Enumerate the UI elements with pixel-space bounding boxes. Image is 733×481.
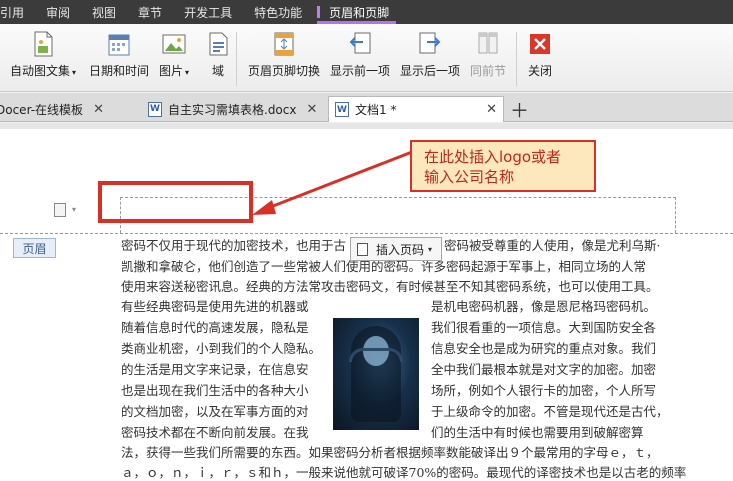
tab-section[interactable]: 章节	[127, 0, 173, 24]
logo-placeholder-highlight	[98, 181, 253, 223]
body-text-line: 也是出现在我们生活中的各种大小	[121, 383, 309, 398]
doc-tab-label: 文档1 *	[355, 103, 397, 117]
show-next-icon	[417, 30, 443, 58]
same-section-icon	[475, 30, 501, 58]
paragraph-options-icon[interactable]	[54, 203, 66, 217]
header-footer-switch-icon	[271, 30, 297, 58]
close-tab-icon[interactable]: ✕	[486, 102, 497, 117]
date-time-label: 日期和时间	[89, 64, 150, 78]
tab-view[interactable]: 视图	[81, 0, 127, 24]
body-text-line: 的生活是用文字来记录，在信息安	[121, 362, 309, 377]
switch-header-footer-button[interactable]: 页眉页脚切换	[248, 30, 320, 79]
close-button[interactable]: 关闭	[527, 30, 553, 79]
new-tab-plus-icon[interactable]: ＋	[510, 96, 529, 123]
body-text-line: 我们很看重的一项信息。大到国防安全各	[431, 320, 657, 335]
switch-header-footer-label: 页眉页脚切换	[248, 64, 321, 78]
callout-line-1: 在此处插入logo或者	[424, 148, 562, 166]
close-tab-icon[interactable]: ✕	[93, 102, 104, 117]
doc-tab-label: Docer-在线模板	[0, 102, 84, 117]
body-text-line: 密码被受尊重的人使用，像是尤利乌斯·	[444, 238, 661, 253]
tab-header-footer[interactable]: 页眉和页脚	[313, 0, 400, 24]
tab-developer-tools[interactable]: 开发工具	[173, 0, 243, 24]
header-boundary-line	[0, 233, 733, 234]
tab-references[interactable]: 引用	[0, 0, 35, 24]
body-text-line: 是机电密码机器，像是恩尼格玛密码机。	[431, 299, 657, 314]
anime-girl-image[interactable]	[333, 318, 419, 430]
doc-tab-label: 自主实习需填表格.docx	[168, 102, 297, 117]
doc-tab-document1[interactable]: W 文档1 * ✕	[328, 96, 504, 122]
chevron-down-icon: ▾	[72, 68, 77, 77]
show-next-button[interactable]: 显示后一项	[400, 30, 460, 79]
body-text-line: 全中我们最根本就是对文字的加密。加密	[431, 362, 657, 377]
doc-icon: W	[335, 102, 349, 117]
body-text-line: 的文档加密，以及在军事方面的对	[121, 404, 309, 419]
instruction-callout: 在此处插入logo或者 输入公司名称	[410, 140, 596, 192]
close-icon	[527, 30, 553, 58]
picture-icon	[161, 30, 187, 58]
word-doc-icon: W	[148, 101, 162, 117]
date-time-button[interactable]: 日期和时间	[89, 30, 149, 79]
close-tab-icon[interactable]: ✕	[306, 102, 317, 117]
picture-label: 图片	[159, 64, 184, 78]
show-next-label: 显示后一项	[400, 64, 461, 78]
body-text-line: 于上级命令的加密。不管是现代还是古代，	[431, 404, 669, 419]
field-label: 域	[211, 64, 224, 78]
doc-tab-docer-templates[interactable]: Docer-在线模板 ✕	[0, 96, 104, 122]
close-label: 关闭	[527, 64, 552, 78]
body-text-line: 信息安全也是成为研究的重点对象。我们	[431, 341, 657, 356]
auto-figure-label: 自动图文集	[10, 64, 71, 78]
auto-figure-button[interactable]: 自动图文集 ▾	[10, 30, 76, 79]
header-label: 页眉	[13, 238, 56, 258]
insert-page-number-button[interactable]: 插入页码 ▾	[350, 237, 442, 261]
field-button[interactable]: 域	[205, 30, 231, 79]
ribbon-toolbar: 自动图文集 ▾ 日期和时间 图片 ▾ 域 页眉页脚切换 显示前一项 显示后一项 …	[0, 24, 733, 92]
show-previous-icon	[347, 30, 373, 58]
page-icon	[357, 242, 368, 256]
body-text-line: 密码不仅用于现代的加密技术，也用于古	[121, 238, 347, 253]
body-text-line: 使用来容送秘密讯息。经典的方法常攻击密码文，有时候甚至不知其密码系统，也可以使用…	[121, 279, 659, 294]
insert-page-number-label: 插入页码	[376, 242, 425, 257]
body-text-line: 法，获得一些我们所需要的东西。如果密码分析者根据频率数能破译出９个最常用的字母ｅ…	[121, 445, 659, 460]
body-text-line: 们的生活中有时候也需要用到破解密算	[431, 425, 644, 440]
body-text-line: 类商业机密，小到我们的个人隐私。	[121, 341, 322, 356]
calendar-icon	[106, 30, 132, 58]
show-previous-label: 显示前一项	[330, 64, 391, 78]
ribbon-tab-bar: 引用 审阅 视图 章节 开发工具 特色功能 页眉和页脚	[0, 0, 733, 24]
toolbar-divider	[516, 32, 517, 86]
auto-figure-icon	[30, 30, 56, 58]
tab-special-features[interactable]: 特色功能	[243, 0, 313, 24]
body-text-line: 场所，例如个人银行卡的加密，个人所写	[431, 383, 657, 398]
toolbar-divider	[236, 32, 237, 86]
body-text-line: 密码技术都在不断向前发展。在我	[121, 425, 309, 440]
tab-review[interactable]: 审阅	[35, 0, 81, 24]
field-icon	[205, 30, 231, 58]
picture-button[interactable]: 图片 ▾	[159, 30, 189, 79]
chevron-down-icon: ▾	[72, 205, 77, 214]
body-text-line: ａ，ｏ，ｎ，ｉ，ｒ，ｓ和ｈ，一般来说他就可破译70%的密码。最现代的译密技术也是…	[121, 465, 687, 480]
chevron-down-icon: ▾	[185, 68, 190, 77]
show-previous-button[interactable]: 显示前一项	[330, 30, 390, 79]
callout-line-2: 输入公司名称	[424, 168, 515, 186]
body-text-line: 有些经典密码是使用先进的机器或	[121, 299, 309, 314]
same-as-previous-button[interactable]: 同前节	[470, 30, 506, 79]
same-section-label: 同前节	[470, 64, 507, 78]
chevron-down-icon: ▾	[428, 244, 433, 254]
headphones-detail	[349, 348, 403, 362]
body-text-line: 随着信息时代的高速发展，隐私是	[121, 320, 309, 335]
doc-tab-internship-form[interactable]: W 自主实习需填表格.docx ✕	[148, 96, 317, 122]
